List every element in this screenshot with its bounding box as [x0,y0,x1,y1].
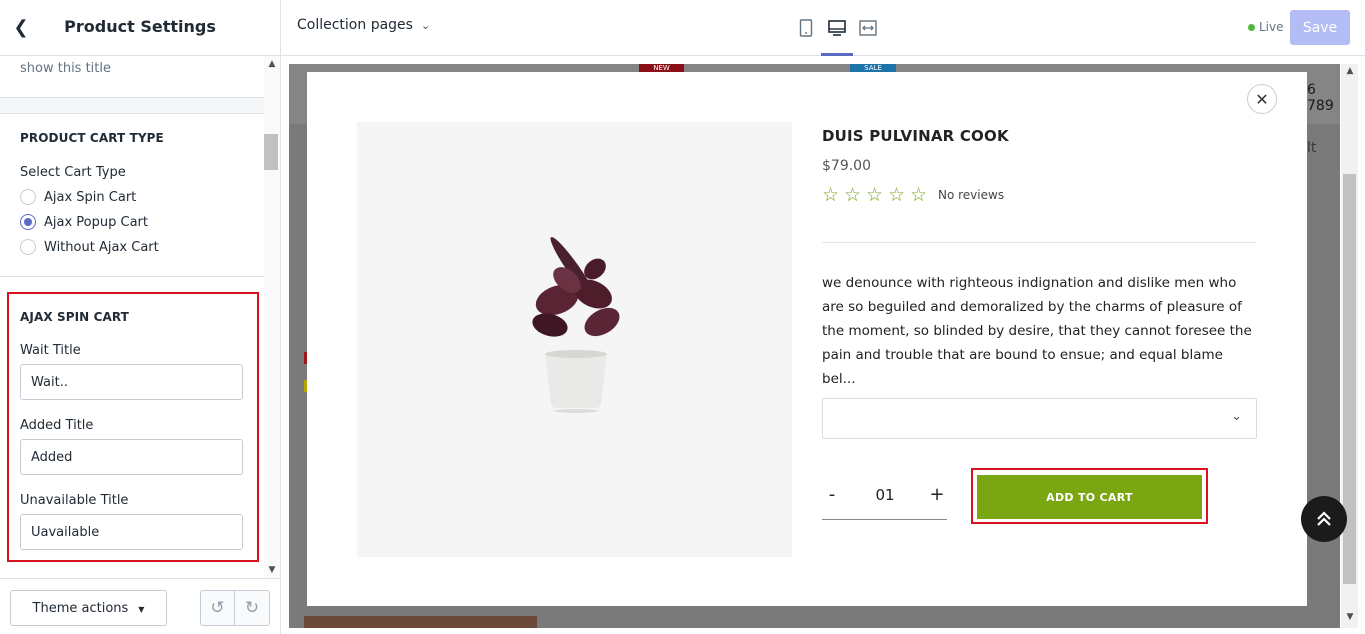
live-status: Live [1248,20,1284,34]
product-description: we denounce with righteous indignation a… [822,275,1252,387]
reviews-count: No reviews [938,188,1005,202]
radio-label: Ajax Popup Cart [44,214,148,230]
desktop-view-icon[interactable] [821,14,853,56]
radio-label: Ajax Spin Cart [44,189,137,205]
scroll-up-arrow-icon[interactable]: ▲ [1344,66,1356,76]
scroll-down-arrow-icon[interactable]: ▼ [266,564,278,576]
rating-stars: ☆ ☆ ☆ ☆ ☆ No reviews [822,185,1004,205]
section-separator [0,98,264,113]
mobile-view-icon[interactable] [790,14,822,42]
page-type-label: Collection pages [297,17,413,33]
radio-ajax-popup-cart[interactable]: Ajax Popup Cart [20,212,148,232]
product-title: DUIS PULVINAR COOK [822,127,1009,145]
star-empty-icon: ☆ [822,184,840,206]
divider [0,276,264,277]
unavailable-title-input[interactable] [20,514,243,550]
scroll-to-top-button[interactable] [1301,496,1347,542]
chevron-down-icon: ⌄ [1231,409,1242,424]
radio-ajax-spin-cart[interactable]: Ajax Spin Cart [20,187,136,207]
theme-actions-label: Theme actions [32,600,129,616]
sidebar-footer: Theme actions ▼ ↺ ↻ [0,578,280,634]
caret-down-icon: ▼ [138,605,145,614]
divider [822,242,1257,243]
truncated-help-text: show this title [20,61,111,76]
undo-redo-group: ↺ ↻ [200,590,270,626]
sidebar-header: ❮ Product Settings [0,0,280,56]
sidebar-scroll-area[interactable]: show this title PRODUCT CART TYPE Select… [0,56,264,578]
quantity-input[interactable] [860,484,910,506]
editor-topbar: Collection pages ⌄ Live Save [281,0,1365,56]
close-icon[interactable]: ✕ [1247,84,1277,114]
star-empty-icon: ☆ [910,184,928,206]
wait-title-input[interactable] [20,364,243,400]
redo-icon[interactable]: ↻ [235,591,269,625]
undo-icon[interactable]: ↺ [201,591,236,625]
decrease-quantity-button[interactable]: - [822,484,842,505]
page-type-dropdown[interactable]: Collection pages ⌄ [297,17,430,33]
live-dot-icon [1248,23,1255,31]
scroll-up-arrow-icon[interactable]: ▲ [266,58,278,70]
radio-label: Without Ajax Cart [44,239,159,255]
preview-scrollbar[interactable]: ▲ ▼ [1341,64,1358,628]
product-thumbnail-strip [304,616,537,628]
star-empty-icon: ☆ [866,184,884,206]
product-price: $79.00 [822,158,871,174]
select-cart-type-label: Select Cart Type [20,165,126,180]
sidebar-scrollbar[interactable]: ▲ ▼ [264,56,280,578]
wait-title-label: Wait Title [20,343,81,358]
scroll-down-arrow-icon[interactable]: ▼ [1344,612,1356,622]
phone-fragment: 6 789 [1307,82,1334,114]
fullscreen-view-icon[interactable] [852,14,884,42]
live-status-label: Live [1259,20,1284,34]
settings-sidebar: ❮ Product Settings show this title PRODU… [0,0,281,634]
sidebar-title: Product Settings [64,17,216,36]
side-fragment: lt [1307,140,1317,156]
added-title-input[interactable] [20,439,243,475]
star-empty-icon: ☆ [888,184,906,206]
variant-select[interactable]: ⌄ [822,398,1257,439]
unavailable-title-label: Unavailable Title [20,493,129,508]
radio-button-checked[interactable] [20,214,36,230]
product-image [357,122,792,557]
quick-view-modal: ✕ DUIS PULVINAR COOK $79.00 ☆ ☆ ☆ ☆ ☆ No… [307,72,1307,606]
badge-new: NEW [639,64,684,72]
double-chevron-up-icon [1317,511,1331,526]
potted-plant-icon [532,237,620,413]
scrollbar-thumb[interactable] [264,134,278,170]
increase-quantity-button[interactable]: + [927,484,947,505]
added-title-label: Added Title [20,418,94,433]
theme-actions-button[interactable]: Theme actions ▼ [10,590,167,626]
radio-without-ajax-cart[interactable]: Without Ajax Cart [20,237,159,257]
save-button[interactable]: Save [1290,10,1350,45]
chevron-down-icon: ⌄ [420,18,431,32]
cart-type-heading: PRODUCT CART TYPE [20,131,164,145]
radio-button[interactable] [20,239,36,255]
radio-button[interactable] [20,189,36,205]
badge-sale: SALE [850,64,896,72]
ajax-spin-cart-heading: AJAX SPIN CART [20,310,129,324]
divider [0,113,264,114]
add-to-cart-button[interactable]: ADD TO CART [977,475,1202,519]
star-empty-icon: ☆ [844,184,862,206]
